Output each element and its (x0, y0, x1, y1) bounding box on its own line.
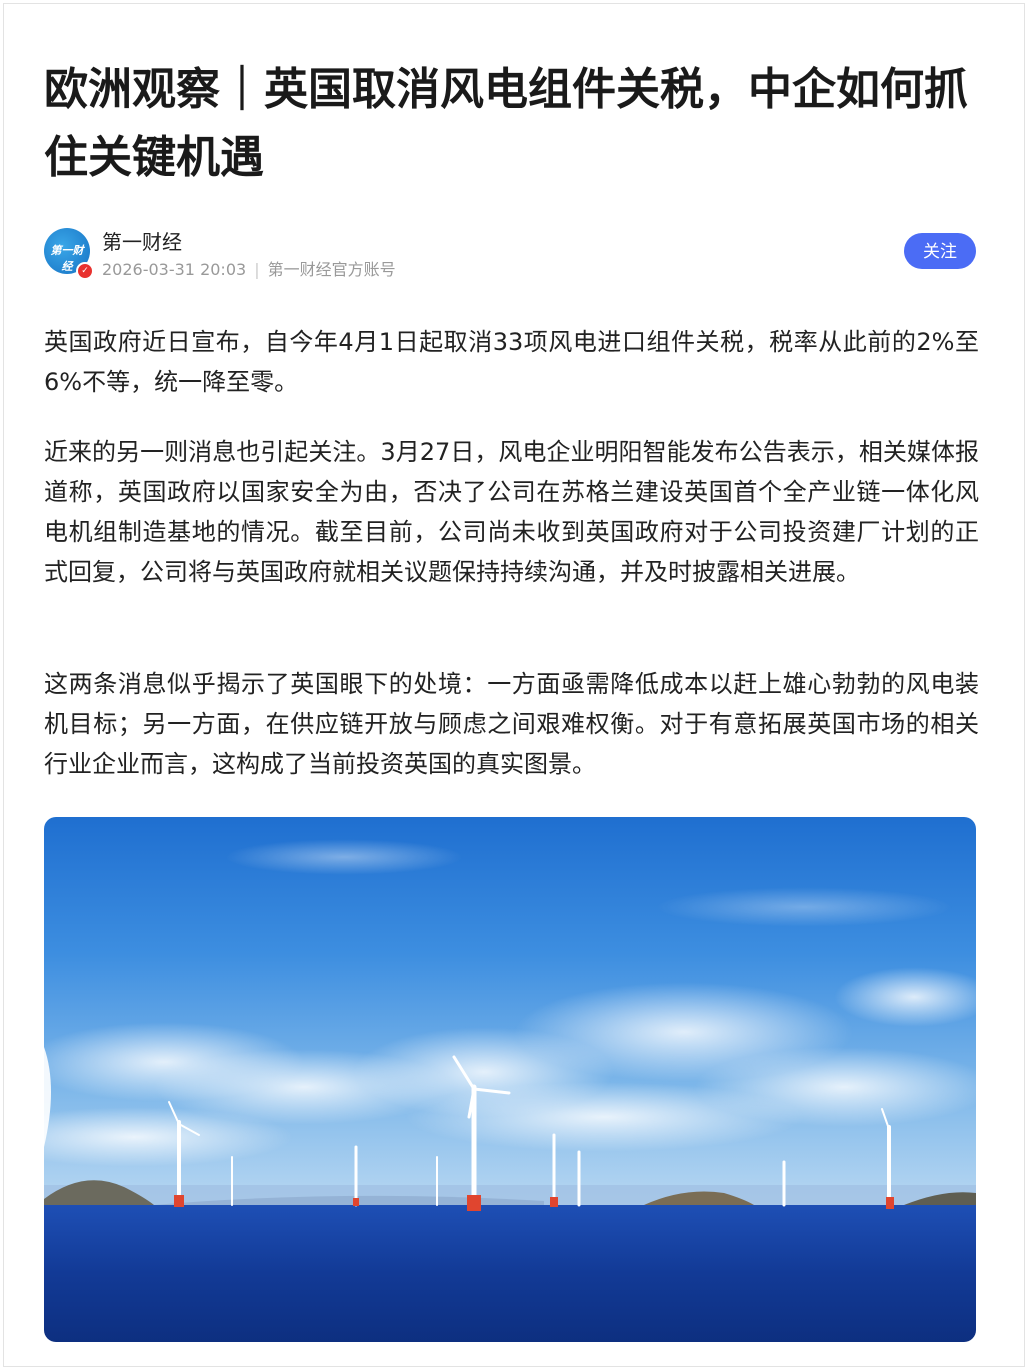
publish-time: 2026-03-31 20:03 (102, 260, 247, 279)
article-paragraph: 近来的另一则消息也引起关注。3月27日，风电企业明阳智能发布公告表示，相关媒体报… (44, 438, 979, 586)
article-title: 欧洲观察｜英国取消风电组件关税，中企如何抓住关键机遇 (44, 64, 968, 183)
verified-badge-icon: ✓ (76, 262, 94, 280)
follow-button[interactable]: 关注 (904, 233, 976, 269)
article-photo-offshore-wind-farm[interactable] (44, 817, 976, 1342)
author-name[interactable]: 第一财经 (102, 226, 182, 255)
account-type: 第一财经官方账号 (267, 260, 396, 279)
article-frame: 欧洲观察｜英国取消风电组件关税，中企如何抓住关键机遇 第一财经 ✓ 第一财经 2… (3, 3, 1025, 1367)
author-row: 第一财经 ✓ 第一财经 2026-03-31 20:03 | 第一财经官方账号 关注 (44, 224, 976, 280)
article-paragraph: 英国政府近日宣布，自今年4月1日起取消33项风电进口组件关税，税率从此前的2%至… (44, 328, 979, 396)
article-meta: 2026-03-31 20:03 | 第一财经官方账号 (102, 256, 396, 280)
meta-divider: | (254, 260, 260, 279)
author-avatar[interactable]: 第一财经 ✓ (44, 228, 94, 280)
article-paragraph: 这两条消息似乎揭示了英国眼下的处境：一方面亟需降低成本以赶上雄心勃勃的风电装机目… (44, 670, 979, 778)
